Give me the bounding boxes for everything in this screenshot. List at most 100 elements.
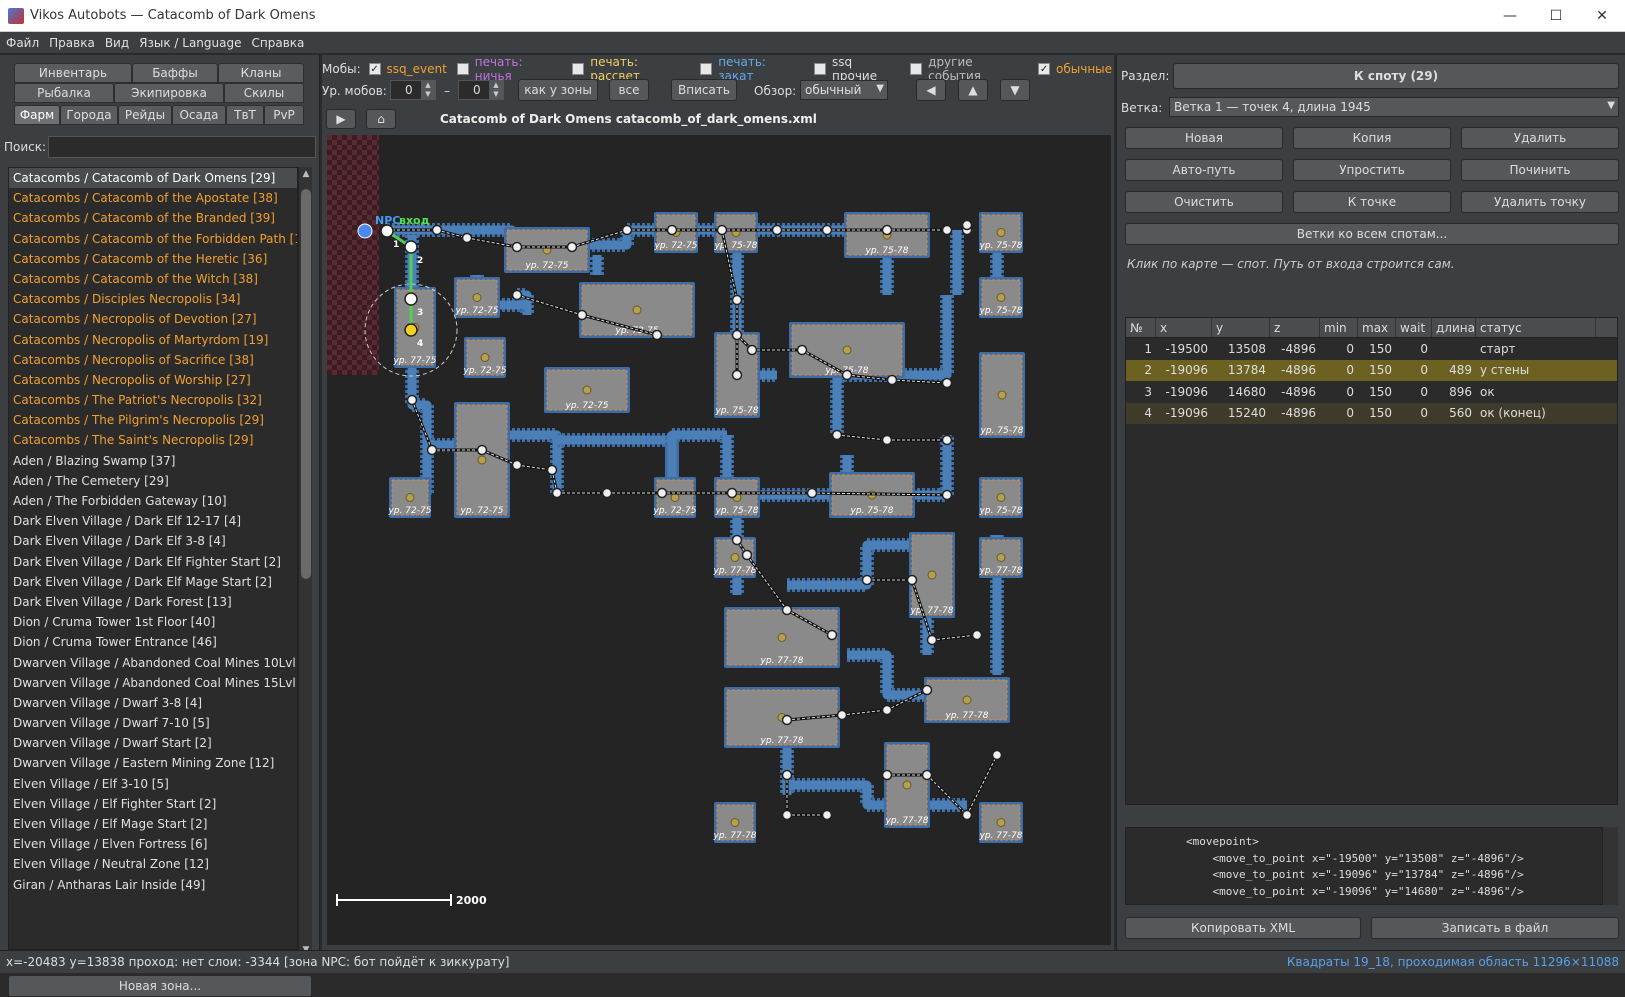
tab-fishing[interactable]: Рыбалка [14, 83, 114, 103]
menu-file[interactable]: Файл [6, 36, 39, 50]
level-from-spinner[interactable]: 0 ▲ ▼ [390, 80, 436, 100]
zone-list-item[interactable]: Dark Elven Village / Dark Forest [13] [9, 592, 297, 612]
zone-list-item[interactable]: Catacombs / The Pilgrim's Necropolis [29… [9, 410, 297, 430]
filter-checkbox[interactable]: ✓ [1038, 63, 1051, 75]
tab-pvp[interactable]: PvP [264, 105, 304, 125]
dungeon-map[interactable]: ур. 72-75 ур. 72-75 ур. 75-78 ур. 75-78 ур. … [327, 135, 1111, 945]
tab-inventory[interactable]: Инвентарь [14, 63, 132, 83]
zone-list-item[interactable]: Dwarven Village / Abandoned Coal Mines 1… [9, 673, 297, 693]
zone-list-item[interactable]: Aden / The Forbidden Gateway [10] [9, 491, 297, 511]
new-zone-button[interactable]: Новая зона... [8, 975, 312, 997]
zone-list-item[interactable]: Dion / Cruma Tower Entrance [46] [9, 632, 297, 652]
zone-list-item[interactable]: Dark Elven Village / Dark Elf 3-8 [4] [9, 531, 297, 551]
copy-branch-button[interactable]: Копия [1293, 127, 1451, 149]
menu-language[interactable]: Язык / Language [139, 36, 241, 50]
zone-list-item[interactable]: Dwarven Village / Dwarf Start [2] [9, 733, 297, 753]
zone-list-item[interactable]: Dark Elven Village / Dark Elf 12-17 [4] [9, 511, 297, 531]
zone-list-item[interactable]: Catacombs / Necropolis of Worship [27] [9, 370, 297, 390]
play-button[interactable]: ▶ [326, 109, 356, 129]
zone-list-item[interactable]: Catacombs / The Patriot's Necropolis [32… [9, 390, 297, 410]
spinner-arrows-icon[interactable]: ▲ ▼ [489, 81, 503, 99]
filter-checkbox[interactable]: ✓ [368, 63, 381, 75]
zone-list-scrollbar[interactable]: ▲ ▼ [298, 167, 312, 957]
goto-point-button[interactable]: К точке [1293, 191, 1451, 213]
tab-clans[interactable]: Кланы [218, 63, 304, 83]
nav-up-button[interactable]: ▲ [958, 79, 988, 101]
table-header-cell[interactable]: wait [1396, 318, 1432, 337]
delete-point-button[interactable]: Удалить точку [1461, 191, 1619, 213]
filter-checkbox[interactable] [814, 63, 827, 75]
tab-equipment[interactable]: Экипировка [114, 83, 224, 103]
simplify-button[interactable]: Упростить [1293, 159, 1451, 181]
zone-list-item[interactable]: Catacombs / Catacomb of the Apostate [38… [9, 188, 297, 208]
tab-raids[interactable]: Рейды [118, 105, 172, 125]
zone-list-item[interactable]: Catacombs / Catacomb of the Heretic [36] [9, 249, 297, 269]
table-row[interactable]: 3 -19096 14680 -4896 0 150 0 896 ок [1126, 381, 1617, 403]
tab-buffs[interactable]: Баффы [132, 63, 218, 83]
table-header-cell[interactable]: статус [1476, 318, 1596, 337]
zone-list-item[interactable]: Dark Elven Village / Dark Elf Fighter St… [9, 552, 297, 572]
menu-help[interactable]: Справка [252, 36, 305, 50]
zone-list-item[interactable]: Dark Elven Village / Dark Elf Mage Start… [9, 572, 297, 592]
tab-cities[interactable]: Города [60, 105, 118, 125]
zone-list-item[interactable]: Aden / Blazing Swamp [37] [9, 451, 297, 471]
zone-list-item[interactable]: Elven Village / Neutral Zone [12] [9, 854, 297, 874]
table-row[interactable]: 4 -19096 15240 -4896 0 150 0 560 ок (конец) [1126, 402, 1617, 424]
close-button[interactable]: ✕ [1579, 0, 1625, 32]
zone-list-item[interactable]: Catacombs / The Saint's Necropolis [29] [9, 430, 297, 450]
branch-select[interactable]: Ветка 1 — точек 4, длина 1945 ▼ [1169, 97, 1619, 117]
zone-list-item[interactable]: Catacombs / Necropolis of Sacrifice [38] [9, 350, 297, 370]
section-button[interactable]: К споту (29) [1173, 63, 1619, 89]
maximize-button[interactable]: ☐ [1533, 0, 1579, 32]
nav-down-button[interactable]: ▼ [1000, 79, 1030, 101]
table-header-cell[interactable]: № [1126, 318, 1156, 337]
filter-checkbox[interactable] [910, 63, 923, 75]
tab-skills[interactable]: Скилы [224, 83, 304, 103]
view-select[interactable]: обычный ▼ [800, 80, 888, 100]
copy-xml-button[interactable]: Копировать XML [1125, 917, 1361, 939]
filter-checkbox[interactable] [456, 63, 469, 75]
search-input[interactable] [48, 136, 316, 158]
zone-list-item[interactable]: Catacombs / Catacomb of the Witch [38] [9, 269, 297, 289]
nav-left-button[interactable]: ◀ [916, 79, 946, 101]
zone-list-item[interactable]: Catacombs / Necropolis of Devotion [27] [9, 309, 297, 329]
delete-branch-button[interactable]: Удалить [1461, 127, 1619, 149]
minimize-button[interactable]: — [1487, 0, 1533, 32]
tab-siege[interactable]: Осада [172, 105, 226, 125]
zone-list-item[interactable]: Elven Village / Elf Mage Start [2] [9, 814, 297, 834]
zone-list-item[interactable]: Aden / The Cemetery [29] [9, 471, 297, 491]
map-canvas[interactable]: ур. 72-75 ур. 72-75 ур. 75-78 ур. 75-78 ур. … [327, 135, 1111, 945]
zone-list-item[interactable]: Elven Village / Elven Fortress [6] [9, 834, 297, 854]
filter-checkbox[interactable] [572, 63, 585, 75]
zone-list-item[interactable]: Dwarven Village / Dwarf 3-8 [4] [9, 693, 297, 713]
zone-list-item[interactable]: Dwarven Village / Dwarf 7-10 [5] [9, 713, 297, 733]
table-header-cell[interactable]: min [1320, 318, 1358, 337]
clear-button[interactable]: Очистить [1125, 191, 1283, 213]
zone-list-item[interactable]: Catacombs / Necropolis of Martyrdom [19] [9, 330, 297, 350]
filter-checkbox[interactable] [700, 63, 713, 75]
zone-list-item[interactable]: Dion / Cruma Tower 1st Floor [40] [9, 612, 297, 632]
table-header-cell[interactable]: y [1212, 318, 1270, 337]
zone-list-item[interactable]: Elven Village / Elf 3-10 [5] [9, 774, 297, 794]
tab-tvt[interactable]: ТвТ [226, 105, 264, 125]
repair-button[interactable]: Починить [1461, 159, 1619, 181]
table-row[interactable]: 1 -19500 13508 -4896 0 150 0 старт [1126, 338, 1617, 360]
save-file-button[interactable]: Записать в файл [1371, 917, 1619, 939]
tab-farm[interactable]: Фарм [14, 105, 60, 125]
menu-edit[interactable]: Правка [49, 36, 95, 50]
spinner-arrows-icon[interactable]: ▲ ▼ [421, 81, 435, 99]
xml-preview[interactable]: <movepoint> <move_to_point x="-19500" y=… [1125, 827, 1603, 905]
zone-list-item[interactable]: Catacombs / Disciples Necropolis [34] [9, 289, 297, 309]
menu-view[interactable]: Вид [105, 36, 129, 50]
zone-list-item[interactable]: Elven Village / Elf Fighter Start [2] [9, 794, 297, 814]
auto-path-button[interactable]: Авто-путь [1125, 159, 1283, 181]
table-row[interactable]: 2 -19096 13784 -4896 0 150 0 489 у стены [1126, 359, 1617, 381]
zone-list-item[interactable]: Catacombs / Catacomb of the Forbidden Pa… [9, 229, 297, 249]
table-header-cell[interactable]: z [1270, 318, 1320, 337]
table-header-cell[interactable]: x [1156, 318, 1212, 337]
fit-button[interactable]: Вписать [671, 79, 737, 101]
scroll-up-icon[interactable]: ▲ [299, 167, 313, 181]
zone-list-item[interactable]: Dwarven Village / Abandoned Coal Mines 1… [9, 653, 297, 673]
scroll-thumb[interactable] [301, 189, 311, 579]
new-branch-button[interactable]: Новая [1125, 127, 1283, 149]
